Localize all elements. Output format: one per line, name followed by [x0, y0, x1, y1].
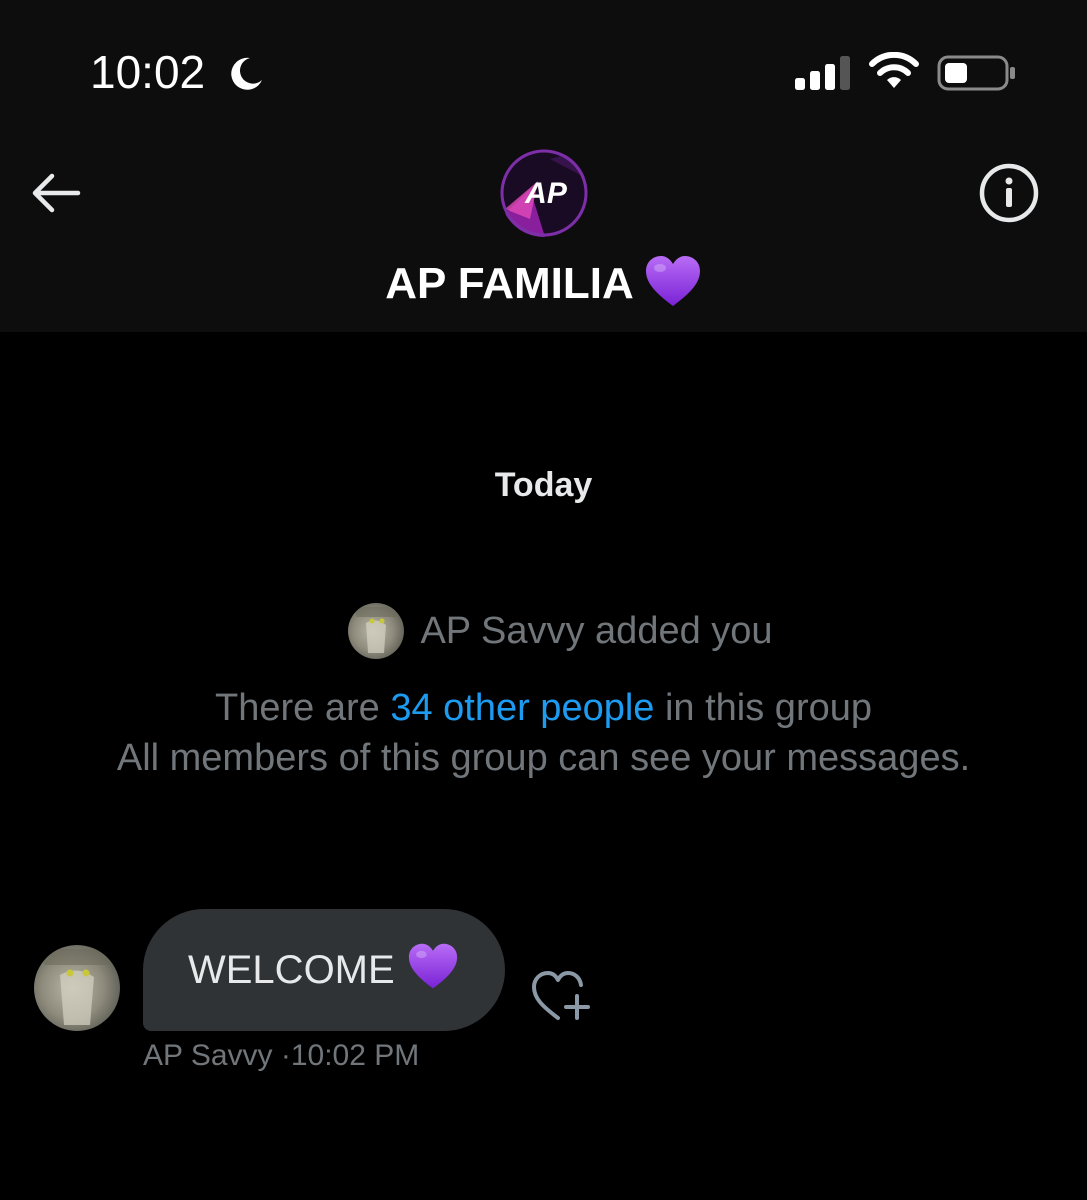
message-sender: AP Savvy: [143, 1039, 273, 1072]
date-separator: Today: [494, 466, 593, 504]
message-text: WELCOME: [188, 948, 395, 992]
group-avatar[interactable]: AP: [500, 149, 588, 237]
members-link[interactable]: 34 other people: [390, 687, 654, 729]
purple-heart-icon: [408, 943, 457, 989]
top-bar: 10:02 AP AP FAMILIA: [0, 0, 1087, 332]
group-logo-image: AP: [500, 149, 588, 237]
visibility-notice: All members of this group can see your m…: [116, 737, 971, 779]
avatar-photo: [34, 945, 120, 1031]
back-button[interactable]: [26, 165, 86, 221]
message-bubble[interactable]: WELCOME: [143, 909, 505, 1031]
group-title-text: AP FAMILIA: [385, 259, 634, 308]
signal-icon: [795, 56, 850, 90]
moon-icon: [231, 57, 262, 90]
info-icon[interactable]: [978, 162, 1040, 224]
members-prefix: There are: [215, 687, 391, 729]
members-count-line: There are 34 other people in this group: [0, 683, 1087, 733]
avatar[interactable]: [348, 603, 405, 659]
message-time: 10:02 PM: [290, 1039, 420, 1072]
members-suffix: in this group: [654, 687, 872, 729]
status-time: 10:02: [90, 46, 206, 98]
group-logo-text: AP: [524, 177, 568, 210]
add-reaction-icon[interactable]: [530, 968, 592, 1024]
avatar-photo: [348, 603, 405, 659]
system-added-text: AP Savvy added you: [420, 610, 773, 652]
purple-heart-icon: [645, 256, 700, 307]
arrow-left-icon: [32, 173, 81, 213]
message-meta: AP Savvy ·10:02 PM: [143, 1039, 420, 1072]
avatar[interactable]: [34, 945, 120, 1031]
battery-icon: [937, 55, 1015, 91]
wifi-icon: [869, 52, 919, 88]
system-added-row: AP Savvy added you: [0, 603, 1087, 659]
group-title: AP FAMILIA: [0, 254, 1087, 314]
